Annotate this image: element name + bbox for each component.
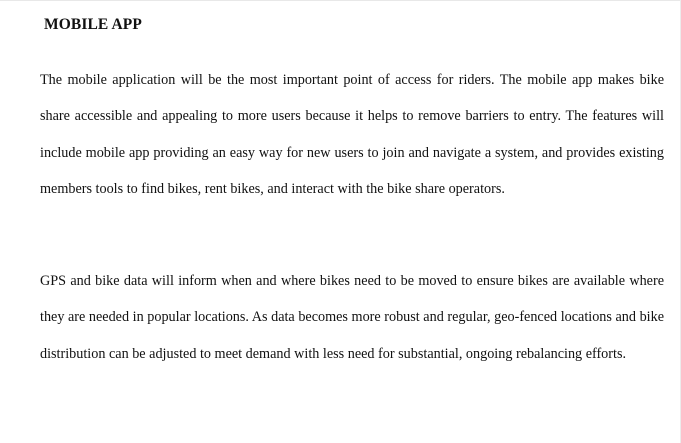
body-paragraph-2: GPS and bike data will inform when and w… — [40, 273, 664, 362]
body-paragraph-1: The mobile application will be the most … — [40, 72, 664, 198]
section-heading: MOBILE APP — [44, 16, 142, 33]
document-page: MOBILE APP The mobile application will b… — [0, 0, 681, 443]
top-border — [0, 0, 681, 1]
